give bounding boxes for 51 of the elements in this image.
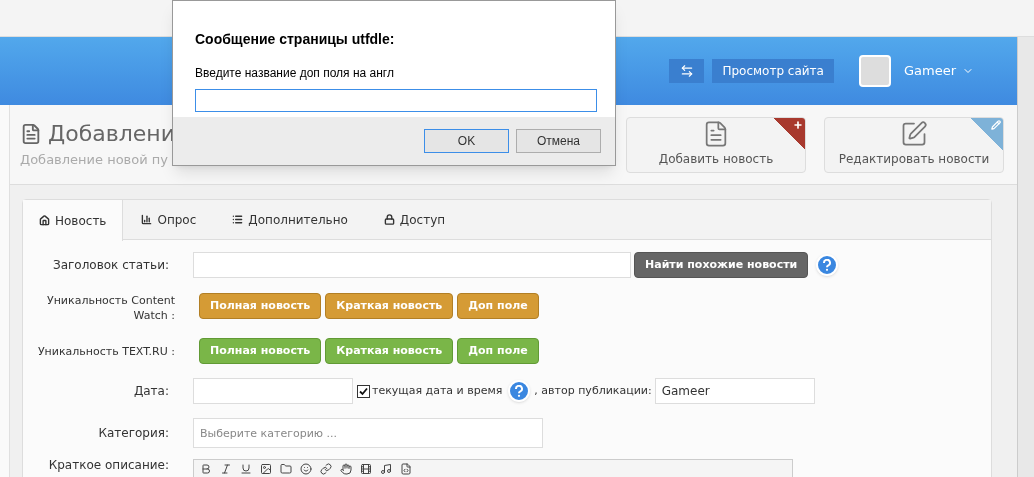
toolbar-icon[interactable] [280, 463, 292, 475]
field-label: Дата: [132, 383, 170, 400]
toolbar-icon[interactable] [380, 463, 392, 475]
tab[interactable]: Дополнительно [214, 200, 366, 239]
toolbar-icon[interactable] [260, 463, 272, 475]
lock-icon [383, 214, 395, 225]
dialog-input[interactable] [195, 89, 597, 112]
page-subtitle: Добавление новой пу [20, 151, 169, 169]
toolbar-icon[interactable] [400, 463, 412, 475]
author-input[interactable]: Gameer [654, 378, 815, 404]
list-icon [232, 214, 244, 225]
field-label: Краткое описание: [47, 459, 170, 472]
house-icon [39, 215, 50, 226]
bar-chart-icon [141, 214, 153, 225]
page-title: Добавлени [48, 120, 175, 148]
document-icon [20, 122, 42, 145]
dialog-title: Сообщение страницы utfdle: [195, 30, 396, 49]
help-icon[interactable] [816, 254, 839, 276]
tab[interactable]: Опрос [123, 200, 215, 239]
field-label: Уникальность TEXT.RU : [36, 343, 176, 359]
checkbox-label: текущая дата и время [372, 382, 503, 399]
toolbar-icon[interactable] [320, 463, 332, 475]
field-label: Заголовок статьи: [51, 257, 170, 274]
field-label: Категория: [97, 425, 170, 442]
swap-arrows-icon [679, 64, 694, 78]
toolbar-icon[interactable] [200, 463, 212, 475]
ok-button[interactable]: OK [424, 129, 509, 153]
date-input[interactable] [193, 378, 353, 404]
cancel-button[interactable]: Отмена [516, 129, 601, 153]
checkbox[interactable] [357, 384, 370, 398]
quick-action-button[interactable]: Редактировать новости [824, 117, 1004, 173]
dialog-message: Введите название доп поля на англ [195, 65, 395, 82]
scrollbar[interactable] [1017, 37, 1034, 477]
toolbar-icon[interactable] [360, 463, 372, 475]
toolbar-icon[interactable] [300, 463, 312, 475]
toolbar-icon[interactable] [340, 463, 352, 475]
tab[interactable]: Доступ [365, 200, 464, 239]
quick-action-button[interactable]: Добавить новость [626, 117, 806, 173]
find-similar-button[interactable]: Найти похожие новости [634, 252, 809, 278]
edit-icon [900, 120, 928, 148]
help-icon[interactable] [508, 380, 531, 402]
title-input[interactable] [193, 252, 631, 278]
avatar-placeholder [858, 55, 891, 87]
field-label: , автор публикации: [534, 382, 652, 399]
view-site-button[interactable]: Просмотр сайта [712, 59, 834, 83]
tab[interactable]: Новость [23, 200, 124, 241]
field-label: Уникальность Content Watch : [45, 293, 176, 323]
swap-button[interactable] [669, 59, 705, 83]
category-select[interactable]: Выберите категорию ... [193, 418, 543, 448]
toolbar-icon[interactable] [240, 463, 252, 475]
toolbar-icon[interactable] [220, 463, 232, 475]
